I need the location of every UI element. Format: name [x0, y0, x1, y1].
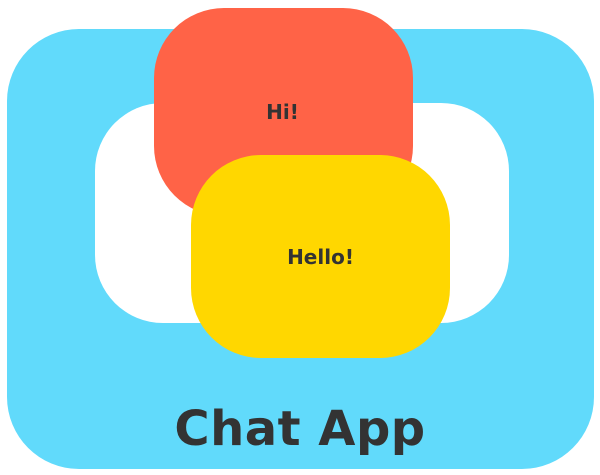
chat-bubble-hi-text: Hi! [266, 100, 299, 124]
chat-bubble-hello-text: Hello! [287, 244, 354, 269]
app-title: Chat App [174, 401, 426, 457]
chat-bubble-hello: Hello! [191, 155, 450, 358]
